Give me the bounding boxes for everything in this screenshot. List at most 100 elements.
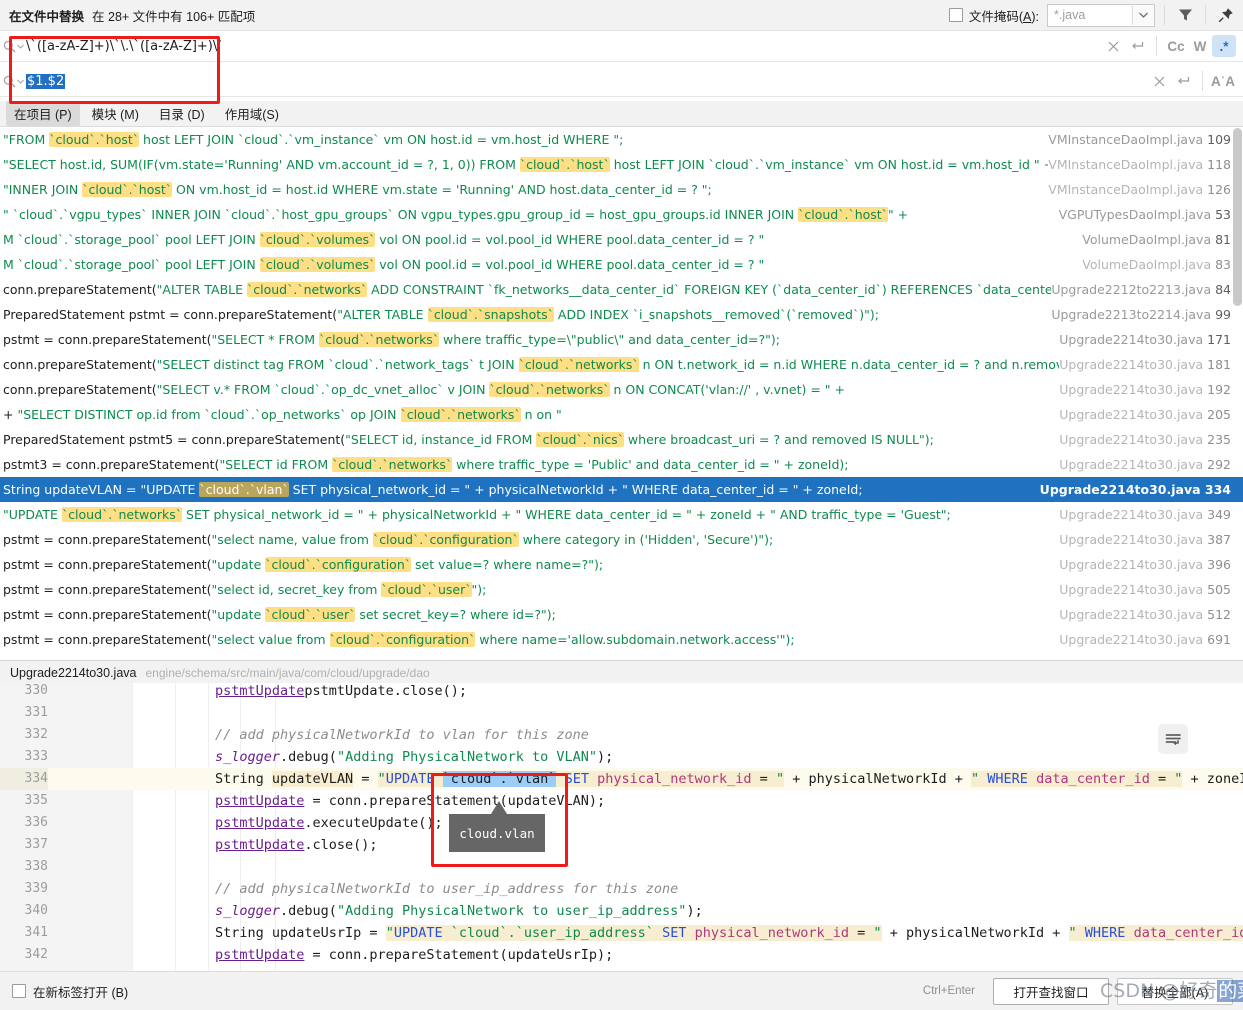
line-number: 331 [24, 705, 48, 720]
result-code-snippet: "UPDATE `cloud`.`networks` SET physical_… [0, 507, 1059, 522]
result-row[interactable]: pstmt = conn.prepareStatement("select id… [0, 577, 1243, 602]
code-line[interactable]: 340 s_logger.debug("Adding PhysicalNetwo… [0, 900, 1243, 922]
open-in-new-tab-checkbox[interactable] [12, 984, 26, 998]
result-row[interactable]: pstmt = conn.prepareStatement("select na… [0, 527, 1243, 552]
code-line[interactable]: 336 pstmtUpdate.executeUpdate(); [0, 812, 1243, 834]
result-row[interactable]: M `cloud`.`storage_pool` pool LEFT JOIN … [0, 227, 1243, 252]
search-multiline-icon[interactable] [1125, 34, 1149, 58]
result-match-highlight: `cloud`.`networks` [332, 457, 453, 472]
replace-field-row[interactable]: $1.$2 AˈA [0, 66, 1243, 97]
code-preview-editor[interactable]: 330 pstmtUpdatepstmtUpdate.close(); 331 … [0, 683, 1243, 971]
open-find-window-button[interactable]: 打开查找窗口 [993, 977, 1109, 1005]
result-file-location: Upgrade2212to2213.java 84 [1051, 282, 1243, 297]
line-content: pstmtUpdatepstmtUpdate.close(); [215, 683, 467, 702]
result-row[interactable]: PreparedStatement pstmt = conn.prepareSt… [0, 302, 1243, 327]
result-code-snippet: pstmt = conn.prepareStatement("update `c… [0, 607, 1059, 622]
result-code-before: "UPDATE [3, 507, 62, 522]
result-code-after: "); [471, 582, 487, 597]
result-row[interactable]: conn.prepareStatement("SELECT distinct t… [0, 352, 1243, 377]
file-mask-value[interactable]: *.java [1048, 6, 1132, 25]
result-row[interactable]: "FROM `cloud`.`host` host LEFT JOIN `clo… [0, 127, 1243, 152]
code-line[interactable]: 333 s_logger.debug("Adding PhysicalNetwo… [0, 746, 1243, 768]
result-code-prefix: String updateVLAN = [3, 482, 141, 497]
code-token: + physicalNetworkId + [881, 925, 1069, 941]
result-row[interactable]: M `cloud`.`storage_pool` pool LEFT JOIN … [0, 252, 1243, 277]
line-content: s_logger.debug("Adding PhysicalNetwork t… [215, 900, 703, 922]
filter-icon[interactable] [1174, 4, 1196, 26]
result-file-name: Upgrade2214to30.java [1059, 457, 1208, 472]
code-line[interactable]: 339 // add physicalNetworkId to user_ip_… [0, 878, 1243, 900]
result-row[interactable]: "UPDATE `cloud`.`networks` SET physical_… [0, 502, 1243, 527]
replace-clear-icon[interactable] [1147, 69, 1171, 93]
result-code-snippet: conn.prepareStatement("SELECT v.* FROM `… [0, 382, 1059, 397]
code-token [556, 771, 565, 787]
result-code-before: "select id, secret_key from [211, 582, 382, 597]
result-row[interactable]: conn.prepareStatement("SELECT v.* FROM `… [0, 377, 1243, 402]
result-row[interactable]: "SELECT host.id, SUM(IF(vm.state='Runnin… [0, 152, 1243, 177]
result-row[interactable]: PreparedStatement pstmt5 = conn.prepareS… [0, 427, 1243, 452]
search-input[interactable]: \`([a-zA-Z]+)\`\.\`([a-zA-Z]+)\` [26, 39, 1101, 54]
result-row-selected[interactable]: String updateVLAN = "UPDATE `cloud`.`vla… [0, 477, 1243, 502]
result-code-snippet: pstmt = conn.prepareStatement("select id… [0, 582, 1059, 597]
result-row[interactable]: pstmt = conn.prepareStatement("update `c… [0, 602, 1243, 627]
result-row[interactable]: " `cloud`.`vgpu_types` INNER JOIN `cloud… [0, 202, 1243, 227]
code-line[interactable]: 335 pstmtUpdate = conn.prepareStatement(… [0, 790, 1243, 812]
code-line[interactable]: 330 pstmtUpdatepstmtUpdate.close(); [0, 683, 1243, 702]
search-results-list[interactable]: "FROM `cloud`.`host` host LEFT JOIN `clo… [0, 127, 1243, 660]
code-line[interactable]: 341 String updateUsrIp = "UPDATE `cloud`… [0, 922, 1243, 944]
regex-toggle[interactable]: .* [1212, 35, 1236, 57]
result-row[interactable]: "INNER JOIN `cloud`.`host` ON vm.host_id… [0, 177, 1243, 202]
replace-in-files-dialog: 在文件中替换 在 28+ 文件中有 106+ 匹配项 文件掩码(A): *.ja… [0, 0, 1243, 1010]
code-token: ); [597, 749, 614, 765]
replace-all-button[interactable]: 替换全部(A) [1117, 977, 1233, 1005]
match-case-toggle[interactable]: Cc [1164, 35, 1188, 57]
pin-icon[interactable] [1215, 4, 1237, 26]
result-code-prefix: pstmt = conn.prepareStatement( [3, 607, 212, 622]
replace-input[interactable]: $1.$2 [26, 73, 1147, 89]
code-line[interactable]: 338 [0, 856, 1243, 878]
replace-multiline-icon[interactable] [1171, 69, 1195, 93]
code-token: = [751, 771, 776, 787]
code-token: = [1149, 771, 1175, 787]
scope-tab-scope[interactable]: 作用域(S) [217, 101, 287, 126]
results-scrollbar[interactable] [1233, 128, 1242, 306]
preserve-case-toggle[interactable]: AˈA [1210, 70, 1236, 92]
soft-wrap-icon[interactable] [1158, 724, 1188, 754]
result-code-before: "UPDATE [140, 482, 200, 497]
code-token: updateVLAN [271, 771, 354, 787]
result-row[interactable]: + "SELECT DISTINCT op.id from `cloud`.`o… [0, 402, 1243, 427]
scope-tab-project[interactable]: 在项目 (P) [6, 101, 80, 126]
result-line-number: 171 [1207, 332, 1231, 347]
search-dropdown-icon[interactable] [0, 40, 26, 53]
search-clear-icon[interactable] [1101, 34, 1125, 58]
file-mask-combo[interactable]: *.java [1047, 3, 1155, 27]
code-token: pstmtUpdate [215, 683, 305, 699]
whole-words-toggle[interactable]: W [1188, 35, 1212, 57]
code-line[interactable]: 331 [0, 702, 1243, 724]
result-row[interactable]: pstmt3 = conn.prepareStatement("SELECT i… [0, 452, 1243, 477]
scope-tab-directory[interactable]: 目录 (D) [151, 101, 213, 126]
search-field-row[interactable]: \`([a-zA-Z]+)\`\.\`([a-zA-Z]+)\` Cc W .* [0, 31, 1243, 62]
result-file-name: Upgrade2214to30.java [1059, 382, 1208, 397]
code-line-highlighted[interactable]: 334 String updateVLAN = "UPDATE `cloud`.… [0, 768, 1243, 790]
result-row[interactable]: pstmt = conn.prepareStatement("select va… [0, 627, 1243, 652]
code-line[interactable]: 337 pstmtUpdate.close(); [0, 834, 1243, 856]
file-mask-checkbox[interactable] [948, 8, 963, 22]
result-row[interactable]: pstmt = conn.prepareStatement("update `c… [0, 552, 1243, 577]
chevron-down-icon[interactable] [1132, 5, 1154, 25]
line-comment: // add physicalNetworkId to user_ip_addr… [215, 881, 679, 897]
result-file-location: Upgrade2214to30.java 181 [1059, 357, 1243, 372]
line-content: String updateUsrIp = "UPDATE `cloud`.`us… [215, 922, 1243, 944]
result-line-number: 691 [1207, 632, 1231, 647]
replace-input-value[interactable]: $1.$2 [26, 73, 66, 89]
result-code-snippet: pstmt = conn.prepareStatement("update `c… [0, 557, 1059, 572]
code-token [1125, 925, 1134, 941]
scope-tab-module[interactable]: 模块 (M) [84, 101, 147, 126]
code-token: pstmtUpdate [215, 793, 305, 809]
code-line[interactable]: 342 pstmtUpdate = conn.prepareStatement(… [0, 944, 1243, 966]
replace-dropdown-icon[interactable] [0, 75, 26, 88]
code-line[interactable]: 332 // add physicalNetworkId to vlan for… [0, 724, 1243, 746]
result-row[interactable]: pstmt = conn.prepareStatement("SELECT * … [0, 327, 1243, 352]
code-match-token: `cloud`.`vlan` [442, 771, 557, 787]
result-row[interactable]: conn.prepareStatement("ALTER TABLE `clou… [0, 277, 1243, 302]
